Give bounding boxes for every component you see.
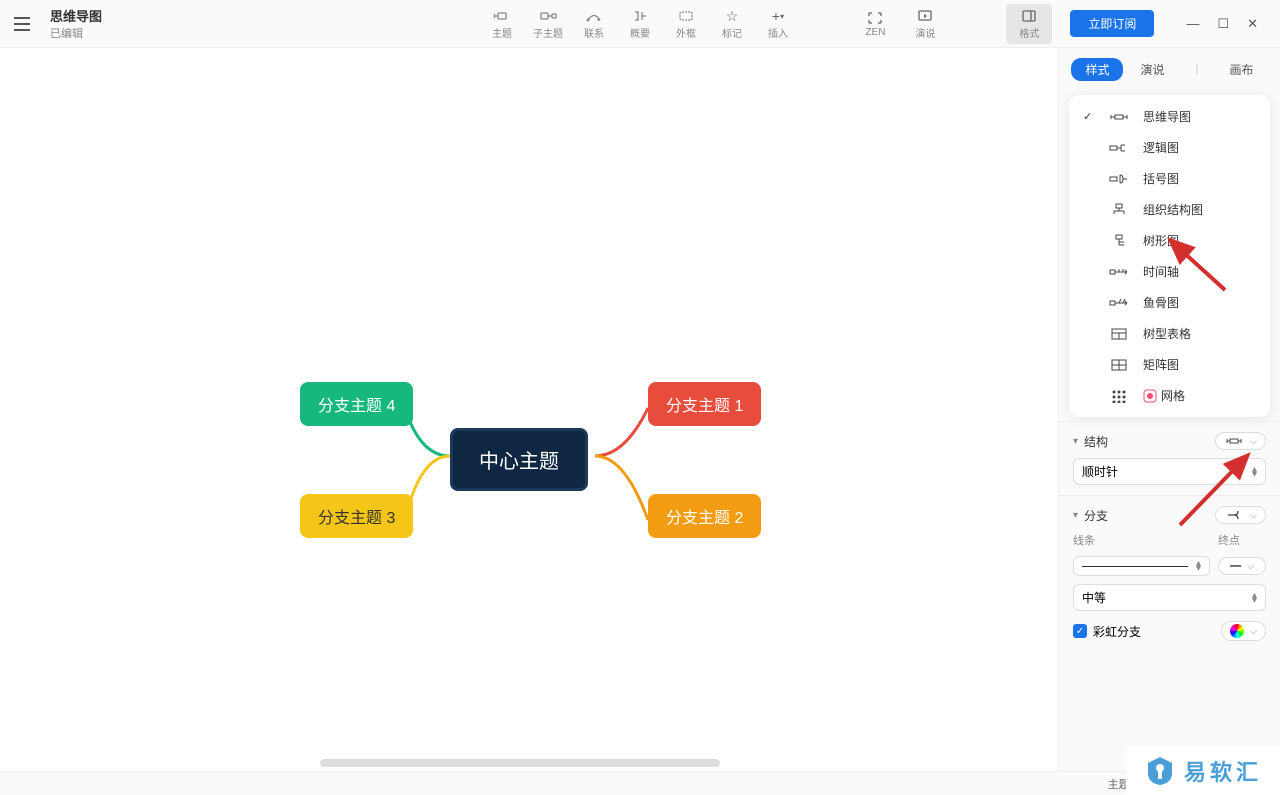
line-style-select[interactable]: ▴▾ bbox=[1073, 556, 1210, 576]
watermark: 易软汇 bbox=[1126, 747, 1280, 795]
structure-direction-select[interactable]: 顺时针▴▾ bbox=[1073, 458, 1266, 485]
subscribe-button[interactable]: 立即订阅 bbox=[1070, 10, 1154, 37]
structure-fishbone[interactable]: 鱼骨图 bbox=[1069, 287, 1270, 318]
toolbar-center: 主题 子主题 联系 概要 外框 ☆标记 +▾插入 bbox=[479, 4, 801, 44]
horizontal-scrollbar[interactable] bbox=[320, 759, 720, 767]
boundary-icon bbox=[677, 7, 695, 25]
toolbar-right: ZEN 演说 格式 立即订阅 — ☐ ✕ bbox=[852, 4, 1272, 44]
summary-button[interactable]: 概要 bbox=[617, 4, 663, 44]
menu-button[interactable] bbox=[8, 10, 36, 38]
zen-button[interactable]: ZEN bbox=[852, 4, 898, 44]
bracket-icon bbox=[1107, 171, 1131, 187]
sidebar-tabs: 样式 演说 | 画布 bbox=[1059, 48, 1280, 91]
watermark-text: 易软汇 bbox=[1184, 755, 1262, 787]
branch-topic-1[interactable]: 分支主题 1 bbox=[648, 382, 761, 426]
relation-icon bbox=[585, 7, 603, 25]
structure-bracket[interactable]: 括号图 bbox=[1069, 163, 1270, 194]
theme-icon bbox=[493, 7, 511, 25]
rainbow-label: 彩虹分支 bbox=[1093, 623, 1141, 640]
chevron-down-icon[interactable]: ▾ bbox=[1073, 436, 1078, 447]
structure-grid[interactable]: 网格 bbox=[1069, 380, 1270, 411]
tree-icon bbox=[1107, 233, 1131, 249]
minimize-button[interactable]: — bbox=[1186, 16, 1199, 32]
org-icon bbox=[1107, 202, 1131, 218]
canvas[interactable]: 中心主题 分支主题 4 分支主题 3 分支主题 1 分支主题 2 bbox=[0, 48, 1058, 771]
format-button[interactable]: 格式 bbox=[1006, 4, 1052, 44]
plus-icon: +▾ bbox=[772, 7, 784, 25]
zen-icon bbox=[867, 9, 883, 27]
grid-badge-icon bbox=[1143, 389, 1157, 403]
mindmap-icon bbox=[1107, 109, 1131, 125]
timeline-icon bbox=[1107, 264, 1131, 280]
marker-button[interactable]: ☆标记 bbox=[709, 4, 755, 44]
matrix-icon bbox=[1107, 357, 1131, 373]
branch-curve-icon bbox=[1224, 509, 1244, 521]
main-area: 中心主题 分支主题 4 分支主题 3 分支主题 1 分支主题 2 样式 演说 |… bbox=[0, 48, 1280, 771]
structure-org[interactable]: 组织结构图 bbox=[1069, 194, 1270, 225]
section-branch: ▾ 分支 ⌵ 线条 终点 ▴▾ bbox=[1059, 495, 1280, 651]
boundary-button[interactable]: 外框 bbox=[663, 4, 709, 44]
tab-present[interactable]: 演说 bbox=[1126, 58, 1178, 81]
panel-icon bbox=[1021, 7, 1037, 25]
structure-treetable[interactable]: 树型表格 bbox=[1069, 318, 1270, 349]
window-controls: — ☐ ✕ bbox=[1172, 16, 1272, 32]
top-toolbar: 思维导图 已编辑 主题 子主题 联系 概要 外框 ☆标记 +▾插入 ZEN 演说… bbox=[0, 0, 1280, 48]
endpoint-label: 终点 bbox=[1218, 532, 1266, 548]
subtheme-button[interactable]: 子主题 bbox=[525, 4, 571, 44]
watermark-logo-icon bbox=[1144, 755, 1176, 787]
branch-topic-4[interactable]: 分支主题 4 bbox=[300, 382, 413, 426]
grid-icon bbox=[1107, 388, 1131, 404]
maximize-button[interactable]: ☐ bbox=[1217, 16, 1229, 32]
subtheme-icon bbox=[539, 7, 557, 25]
rainbow-checkbox[interactable]: ✓ bbox=[1073, 624, 1087, 638]
title-block: 思维导图 已编辑 bbox=[50, 6, 102, 41]
logic-icon bbox=[1107, 140, 1131, 156]
structure-matrix[interactable]: 矩阵图 bbox=[1069, 349, 1270, 380]
format-sidebar: 样式 演说 | 画布 ✓思维导图 逻辑图 括号图 组织结构图 树形图 时间轴 鱼… bbox=[1058, 48, 1280, 771]
status-bar: 主题: 1 / 5 | 100% ▴▾ | 大纲 bbox=[0, 771, 1280, 795]
present-button[interactable]: 演说 bbox=[902, 4, 948, 44]
treetable-icon bbox=[1107, 326, 1131, 342]
line-label: 线条 bbox=[1073, 532, 1210, 548]
branch-topic-3[interactable]: 分支主题 3 bbox=[300, 494, 413, 538]
center-topic[interactable]: 中心主题 bbox=[450, 428, 588, 491]
edit-status: 已编辑 bbox=[50, 25, 102, 41]
color-wheel-icon bbox=[1230, 624, 1244, 638]
play-icon bbox=[917, 7, 933, 25]
theme-button[interactable]: 主题 bbox=[479, 4, 525, 44]
structure-type-select[interactable]: ⌵ bbox=[1215, 432, 1266, 450]
branch-label: 分支 bbox=[1084, 507, 1108, 524]
tab-style[interactable]: 样式 bbox=[1071, 58, 1123, 81]
structure-logic[interactable]: 逻辑图 bbox=[1069, 132, 1270, 163]
line-size-select[interactable]: 中等▴▾ bbox=[1073, 584, 1266, 611]
rainbow-color-select[interactable]: ⌵ bbox=[1221, 621, 1266, 641]
relation-button[interactable]: 联系 bbox=[571, 4, 617, 44]
summary-icon bbox=[631, 7, 649, 25]
endpoint-select[interactable]: —⌵ bbox=[1218, 557, 1266, 575]
star-icon: ☆ bbox=[726, 7, 739, 25]
insert-button[interactable]: +▾插入 bbox=[755, 4, 801, 44]
structure-popup: ✓思维导图 逻辑图 括号图 组织结构图 树形图 时间轴 鱼骨图 树型表格 矩阵图… bbox=[1069, 95, 1270, 417]
mindmap-small-icon bbox=[1224, 435, 1244, 447]
document-title: 思维导图 bbox=[50, 6, 102, 25]
branch-style-select[interactable]: ⌵ bbox=[1215, 506, 1266, 524]
structure-timeline[interactable]: 时间轴 bbox=[1069, 256, 1270, 287]
structure-tree[interactable]: 树形图 bbox=[1069, 225, 1270, 256]
section-structure: ▾ 结构 ⌵ 顺时针▴▾ bbox=[1059, 421, 1280, 495]
fishbone-icon bbox=[1107, 295, 1131, 311]
close-button[interactable]: ✕ bbox=[1247, 16, 1258, 32]
structure-mindmap[interactable]: ✓思维导图 bbox=[1069, 101, 1270, 132]
branch-topic-2[interactable]: 分支主题 2 bbox=[648, 494, 761, 538]
tab-canvas[interactable]: 画布 bbox=[1215, 58, 1267, 81]
chevron-down-icon[interactable]: ▾ bbox=[1073, 510, 1078, 521]
structure-label: 结构 bbox=[1084, 433, 1108, 450]
